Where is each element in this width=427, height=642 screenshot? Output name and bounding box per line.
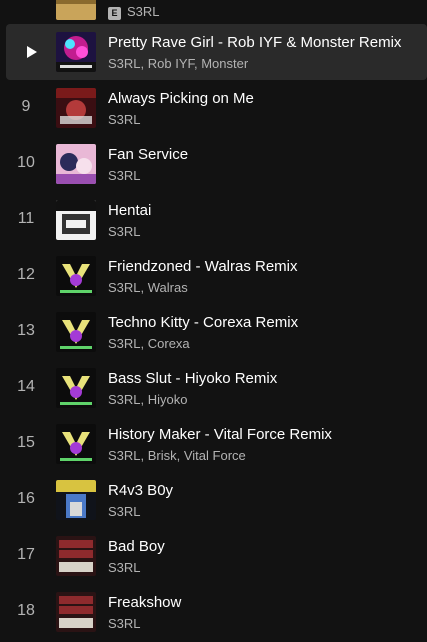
album-art xyxy=(56,32,96,72)
album-art xyxy=(56,200,96,240)
track-row[interactable]: 18 Freakshow S3RL xyxy=(6,584,427,640)
track-number: 14 xyxy=(17,378,35,395)
track-title[interactable]: Pretty Rave Girl - Rob IYF & Monster Rem… xyxy=(108,34,401,51)
track-row[interactable]: 16 R4v3 B0y S3RL xyxy=(6,472,427,528)
track-artists[interactable]: S3RL xyxy=(108,504,141,519)
track-number: 16 xyxy=(17,490,35,507)
track-artists[interactable]: S3RL, Rob IYF, Monster xyxy=(108,56,248,71)
track-row[interactable]: 10 Fan Service S3RL xyxy=(6,136,427,192)
track-number: 13 xyxy=(17,322,35,339)
play-icon[interactable] xyxy=(27,46,37,58)
tracklist: E S3RL Pretty Rave Girl - Rob IYF & Monst… xyxy=(0,0,427,642)
album-art xyxy=(56,144,96,184)
track-row[interactable]: 14 Bass Slut - Hiyoko Remix S3RL, Hiyoko xyxy=(6,360,427,416)
album-art-image xyxy=(56,88,96,128)
track-artists[interactable]: S3RL, Corexa xyxy=(108,336,190,351)
track-artists[interactable]: S3RL xyxy=(108,168,141,183)
track-number: 12 xyxy=(17,266,35,283)
album-art-image xyxy=(56,312,96,352)
album-art-image xyxy=(56,256,96,296)
track-artists[interactable]: S3RL, Walras xyxy=(108,280,188,295)
track-title[interactable]: Bad Boy xyxy=(108,538,165,555)
album-art-image xyxy=(56,144,96,184)
album-art xyxy=(56,592,96,632)
track-artists[interactable]: S3RL, Brisk, Vital Force xyxy=(108,448,246,463)
track-number: 15 xyxy=(17,434,35,451)
track-title[interactable]: Friendzoned - Walras Remix xyxy=(108,258,298,275)
track-artists[interactable]: S3RL xyxy=(108,616,141,631)
album-art-image xyxy=(56,32,96,72)
track-title[interactable]: Always Picking on Me xyxy=(108,90,254,107)
album-art xyxy=(56,256,96,296)
track-row[interactable]: 17 Bad Boy S3RL xyxy=(6,528,427,584)
track-row[interactable]: 15 History Maker - Vital Force Remix S3R… xyxy=(6,416,427,472)
track-row[interactable]: 12 Friendzoned - Walras Remix S3RL, Walr… xyxy=(6,248,427,304)
album-art xyxy=(56,0,96,20)
track-title[interactable]: Bass Slut - Hiyoko Remix xyxy=(108,370,277,387)
album-art-image xyxy=(56,424,96,464)
track-number: 9 xyxy=(21,98,31,115)
album-art-image xyxy=(56,200,96,240)
album-art-image xyxy=(56,480,96,520)
track-row[interactable]: 9 Always Picking on Me S3RL xyxy=(6,80,427,136)
track-number: 10 xyxy=(17,154,35,171)
track-title[interactable]: Freakshow xyxy=(108,594,181,611)
track-title[interactable]: Hentai xyxy=(108,202,151,219)
track-title[interactable]: Techno Kitty - Corexa Remix xyxy=(108,314,298,331)
track-row[interactable]: 13 Techno Kitty - Corexa Remix S3RL, Cor… xyxy=(6,304,427,360)
album-art xyxy=(56,88,96,128)
track-number: 18 xyxy=(17,602,35,619)
track-artists[interactable]: E S3RL xyxy=(108,4,160,20)
track-row[interactable]: 11 Hentai S3RL xyxy=(6,192,427,248)
track-artists-text[interactable]: S3RL xyxy=(127,4,160,19)
album-art xyxy=(56,424,96,464)
album-art-image xyxy=(56,536,96,576)
track-title[interactable]: History Maker - Vital Force Remix xyxy=(108,426,332,443)
track-artists[interactable]: S3RL xyxy=(108,560,141,575)
track-row-now-playing[interactable]: Pretty Rave Girl - Rob IYF & Monster Rem… xyxy=(6,24,427,80)
album-art-image xyxy=(56,0,96,20)
track-artists[interactable]: S3RL xyxy=(108,112,141,127)
track-number: 17 xyxy=(17,546,35,563)
explicit-badge: E xyxy=(108,7,121,20)
album-art-image xyxy=(56,368,96,408)
album-art-image xyxy=(56,592,96,632)
track-title[interactable]: R4v3 B0y xyxy=(108,482,173,499)
track-artists[interactable]: S3RL xyxy=(108,224,141,239)
album-art xyxy=(56,480,96,520)
track-number: 11 xyxy=(17,210,35,227)
track-title[interactable]: Fan Service xyxy=(108,146,188,163)
track-artists[interactable]: S3RL, Hiyoko xyxy=(108,392,187,407)
album-art xyxy=(56,312,96,352)
album-art xyxy=(56,536,96,576)
album-art xyxy=(56,368,96,408)
